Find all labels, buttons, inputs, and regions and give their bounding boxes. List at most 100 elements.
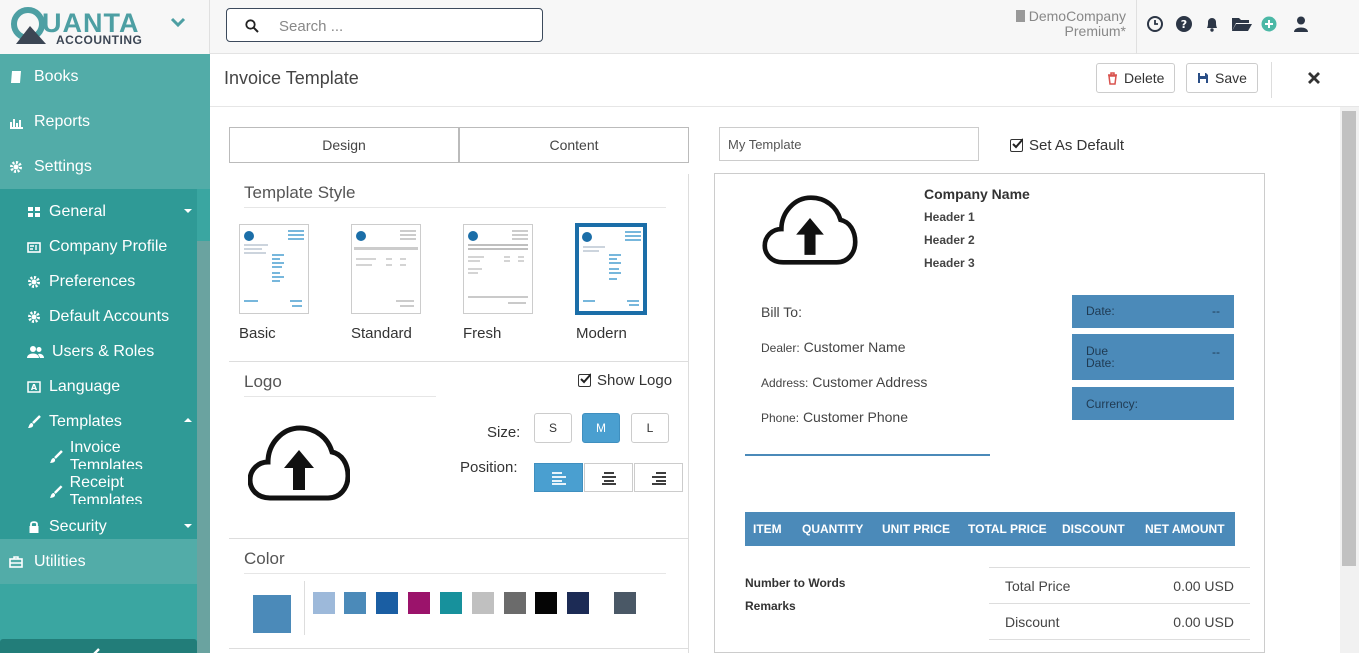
show-logo-checkbox[interactable]: Show Logo [578, 372, 672, 389]
sidebar-item-settings[interactable]: Settings [0, 144, 210, 189]
sidebar-item-label: Preferences [49, 272, 136, 290]
sidebar-item-utilities[interactable]: Utilities [0, 539, 210, 584]
column-header: UNIT PRICE [882, 522, 951, 536]
users-icon [27, 345, 44, 358]
preview-number-to-words: Number to Words [745, 576, 846, 590]
show-logo-label: Show Logo [597, 372, 673, 389]
logo-title: Logo [244, 372, 282, 391]
column-header: TOTAL PRICE [968, 522, 1047, 536]
align-left-button[interactable] [534, 463, 583, 492]
color-swatch[interactable] [614, 592, 636, 614]
search-box[interactable] [226, 8, 543, 42]
template-name-input[interactable] [719, 127, 979, 161]
color-swatch[interactable] [440, 592, 462, 614]
help-icon[interactable]: ? [1175, 15, 1193, 33]
address-value: Customer Address [812, 374, 928, 390]
color-title: Color [244, 549, 285, 568]
add-circle-icon[interactable] [1260, 15, 1278, 33]
align-left-icon [551, 471, 566, 485]
preview-address: Address: Customer Address [761, 374, 927, 390]
selected-color-swatch[interactable] [253, 595, 291, 633]
divider [229, 538, 688, 539]
main-scrollbar[interactable] [1340, 107, 1359, 653]
dealer-label: Dealer: [761, 341, 800, 355]
due-label: Date: [1086, 356, 1115, 370]
trash-icon [1108, 71, 1117, 85]
tab-label: Design [322, 137, 366, 153]
template-basic-preview-icon [244, 230, 304, 307]
main-content: Invoice Template Delete Save Design Cont… [210, 54, 1359, 653]
template-label: Standard [351, 325, 412, 342]
divider [304, 581, 305, 635]
position-label: Position: [460, 459, 518, 476]
align-right-icon [651, 471, 666, 485]
column-header: NET AMOUNT [1145, 522, 1225, 536]
color-swatch[interactable] [472, 592, 494, 614]
due-value: -- [1212, 345, 1220, 359]
divider [1271, 62, 1272, 98]
paint-brush-icon [49, 449, 63, 463]
preview-total-price-row: Total Price 0.00 USD [989, 567, 1250, 603]
divider [989, 639, 1250, 640]
delete-label: Delete [1124, 70, 1165, 86]
lock-icon [29, 520, 39, 533]
close-icon[interactable] [1306, 70, 1322, 86]
align-center-button[interactable] [584, 463, 633, 492]
delete-button[interactable]: Delete [1096, 63, 1176, 93]
color-swatch[interactable] [535, 592, 557, 614]
color-swatch[interactable] [313, 592, 335, 614]
folder-open-icon[interactable] [1231, 15, 1253, 33]
tab-content[interactable]: Content [459, 127, 689, 163]
divider [229, 648, 688, 649]
bell-icon[interactable] [1203, 15, 1221, 33]
template-fresh-thumbnail[interactable] [463, 224, 533, 314]
color-swatch[interactable] [376, 592, 398, 614]
sidebar-item-reports[interactable]: Reports [0, 99, 210, 144]
align-right-button[interactable] [634, 463, 683, 492]
template-modern-preview-icon [582, 231, 641, 306]
company-info[interactable]: DemoCompany Premium* [1015, 8, 1126, 39]
scrollbar-thumb[interactable] [1342, 111, 1356, 566]
set-default-checkbox[interactable]: Set As Default [1010, 137, 1124, 154]
template-standard-thumbnail[interactable] [351, 224, 421, 314]
sidebar-item-label: Templates [49, 412, 122, 430]
size-s-button[interactable]: S [534, 413, 572, 443]
template-style-title: Template Style [244, 183, 356, 202]
clock-icon[interactable] [1146, 15, 1164, 33]
template-modern-thumbnail[interactable] [575, 223, 647, 315]
tab-design[interactable]: Design [229, 127, 459, 163]
color-swatch[interactable] [408, 592, 430, 614]
chevron-left-icon [93, 648, 100, 653]
divider [244, 573, 666, 574]
top-bar: UANTA ACCOUNTING DemoCompany Premium* ? [0, 0, 1359, 54]
sidebar-item-books[interactable]: Books [0, 54, 210, 99]
color-swatch[interactable] [567, 592, 589, 614]
color-swatch[interactable] [344, 592, 366, 614]
sidebar-item-label: Language [49, 377, 121, 395]
template-label: Basic [239, 325, 276, 342]
size-l-button[interactable]: L [631, 413, 669, 443]
company-name: DemoCompany [1028, 8, 1126, 24]
cloud-upload-icon[interactable] [248, 424, 350, 502]
set-default-label: Set As Default [1029, 137, 1125, 154]
user-icon[interactable] [1292, 15, 1310, 33]
sidebar-item-label: General [49, 202, 106, 220]
template-label: Fresh [463, 325, 502, 342]
search-input[interactable] [279, 15, 529, 37]
preview-dealer: Dealer: Customer Name [761, 339, 906, 355]
collapse-sidebar-button[interactable] [0, 639, 197, 653]
brand[interactable]: UANTA ACCOUNTING [0, 0, 210, 54]
caret-down-icon [184, 209, 192, 213]
sidebar-scrollbar[interactable] [197, 241, 210, 653]
color-swatch[interactable] [504, 592, 526, 614]
size-m-button[interactable]: M [582, 413, 620, 443]
template-basic-thumbnail[interactable] [239, 224, 309, 314]
size-label: Size: [487, 424, 521, 441]
template-standard-preview-icon [354, 230, 418, 307]
gear-icon [28, 310, 40, 323]
align-center-icon [601, 471, 616, 485]
sidebar-item-label: Users & Roles [52, 342, 155, 360]
save-button[interactable]: Save [1186, 63, 1258, 93]
preview-phone: Phone: Customer Phone [761, 409, 908, 425]
chevron-down-icon[interactable] [170, 14, 186, 30]
